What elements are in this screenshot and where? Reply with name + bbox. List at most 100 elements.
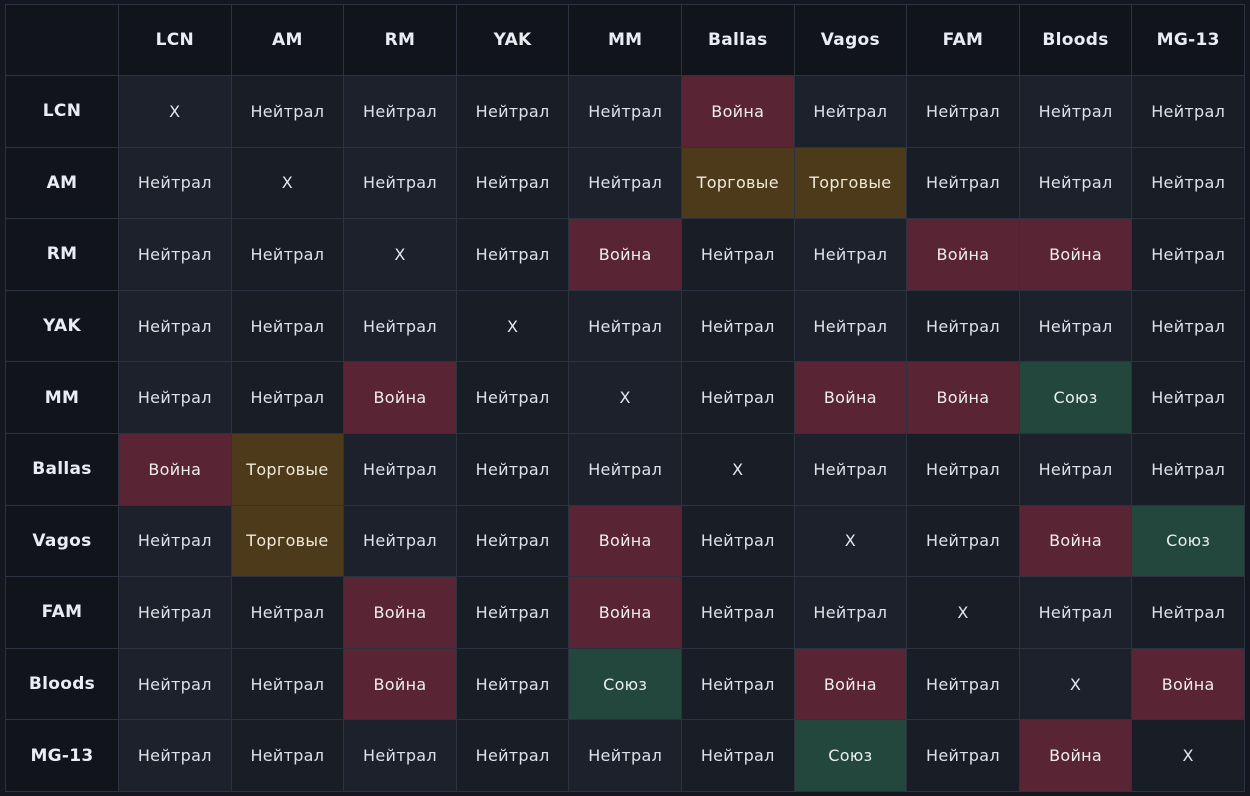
column-header: RM xyxy=(343,4,457,76)
relation-cell: Нейтрал xyxy=(680,504,795,578)
relation-cell: Война xyxy=(343,361,457,434)
row-header: Bloods xyxy=(5,647,119,721)
relation-cell: Война xyxy=(568,218,682,291)
relation-cell: Нейтрал xyxy=(1131,432,1245,506)
row-header: LCN xyxy=(5,75,119,148)
row-header: MG-13 xyxy=(5,719,119,792)
relation-cell: Нейтрал xyxy=(568,146,682,220)
table-row: LCN X Нейтрал Нейтрал Нейтрал Нейтрал Война Ней… xyxy=(5,75,1245,148)
relation-cell: Нейтрал xyxy=(1131,289,1245,363)
relation-cell: Нейтрал xyxy=(230,719,345,792)
relation-cell: Нейтрал xyxy=(568,432,682,506)
relation-cell: Нейтрал xyxy=(680,289,795,363)
row-header: FAM xyxy=(5,576,119,649)
row-header: YAK xyxy=(5,289,119,363)
relation-cell: Нейтрал xyxy=(343,504,457,578)
table-row: Bloods Нейтрал Нейтрал Война Нейтрал Союз Нейт… xyxy=(5,647,1245,721)
relation-cell: Нейтрал xyxy=(118,719,232,792)
relation-cell: Нейтрал xyxy=(1131,218,1245,291)
column-header: Bloods xyxy=(1018,4,1133,76)
row-header: AM xyxy=(5,146,119,220)
relation-cell: X xyxy=(1018,647,1133,721)
relation-cell: Нейтрал xyxy=(906,504,1020,578)
relation-cell: Нейтрал xyxy=(455,647,570,721)
table-row: RM Нейтрал Нейтрал X Нейтрал Война Нейтрал Нейт… xyxy=(5,218,1245,291)
relation-cell: Нейтрал xyxy=(1018,289,1133,363)
table-row: Ballas Война Торговые Нейтрал Нейтрал Нейтрал… xyxy=(5,432,1245,506)
relation-cell: X xyxy=(906,576,1020,649)
relation-cell: Нейтрал xyxy=(343,289,457,363)
relation-cell: Нейтрал xyxy=(680,218,795,291)
relation-cell: Нейтрал xyxy=(118,504,232,578)
relation-cell: Союз xyxy=(793,719,908,792)
relation-cell: Война xyxy=(680,75,795,148)
relation-cell: Нейтрал xyxy=(230,289,345,363)
relation-cell: Союз xyxy=(1018,361,1133,434)
relation-cell: Нейтрал xyxy=(793,432,908,506)
relation-cell: Война xyxy=(568,576,682,649)
relation-cell: Война xyxy=(1131,647,1245,721)
matrix-body: LCN X Нейтрал Нейтрал Нейтрал Нейтрал Война Ней… xyxy=(5,75,1245,792)
relations-table: LCN AM RM YAK MM Ballas Vagos FAM Bloods MG-13 LC… xyxy=(5,4,1245,792)
column-header: FAM xyxy=(906,4,1020,76)
relation-cell: Нейтрал xyxy=(230,218,345,291)
relation-cell: Нейтрал xyxy=(906,719,1020,792)
relation-cell: Нейтрал xyxy=(793,75,908,148)
relation-cell: Нейтрал xyxy=(568,75,682,148)
relation-cell: Нейтрал xyxy=(906,75,1020,148)
relation-cell: Нейтрал xyxy=(455,75,570,148)
relation-cell: Нейтрал xyxy=(793,218,908,291)
table-row: YAK Нейтрал Нейтрал Нейтрал X Нейтрал Нейтрал Н… xyxy=(5,289,1245,363)
relation-cell: Нейтрал xyxy=(118,146,232,220)
row-header: Ballas xyxy=(5,432,119,506)
column-header: Vagos xyxy=(793,4,908,76)
relation-cell: Нейтрал xyxy=(906,289,1020,363)
table-row: AM Нейтрал X Нейтрал Нейтрал Нейтрал Торговые Т… xyxy=(5,146,1245,220)
relation-cell: Нейтрал xyxy=(793,289,908,363)
relation-cell: Нейтрал xyxy=(118,361,232,434)
relation-cell: Нейтрал xyxy=(230,75,345,148)
relation-cell: X xyxy=(793,504,908,578)
corner-cell xyxy=(5,4,119,76)
relation-cell: Союз xyxy=(1131,504,1245,578)
table-row: MM Нейтрал Нейтрал Война Нейтрал X Нейтрал Войн… xyxy=(5,361,1245,434)
relation-cell: Война xyxy=(906,361,1020,434)
relation-cell: Война xyxy=(1018,218,1133,291)
relation-cell: Нейтрал xyxy=(455,146,570,220)
relation-cell: Война xyxy=(1018,504,1133,578)
relation-cell: Нейтрал xyxy=(118,576,232,649)
relation-cell: Нейтрал xyxy=(455,361,570,434)
row-header: RM xyxy=(5,218,119,291)
relation-cell: Союз xyxy=(568,647,682,721)
relation-cell: X xyxy=(1131,719,1245,792)
relation-cell: Нейтрал xyxy=(455,719,570,792)
relation-cell: Нейтрал xyxy=(1018,146,1133,220)
relation-cell: X xyxy=(680,432,795,506)
relation-cell: Нейтрал xyxy=(1131,361,1245,434)
relation-cell: Нейтрал xyxy=(118,289,232,363)
relation-cell: Война xyxy=(793,361,908,434)
relation-cell: Нейтрал xyxy=(680,576,795,649)
row-header: MM xyxy=(5,361,119,434)
relation-cell: Нейтрал xyxy=(343,719,457,792)
relation-cell: Нейтрал xyxy=(455,504,570,578)
relation-cell: Нейтрал xyxy=(118,218,232,291)
column-header: MG-13 xyxy=(1131,4,1245,76)
relation-cell: Нейтрал xyxy=(906,647,1020,721)
relation-cell: Торговые xyxy=(230,432,345,506)
column-header: AM xyxy=(230,4,345,76)
relation-cell: Война xyxy=(793,647,908,721)
relation-cell: X xyxy=(568,361,682,434)
relation-cell: Нейтрал xyxy=(455,576,570,649)
relation-cell: Нейтрал xyxy=(906,146,1020,220)
relation-cell: Нейтрал xyxy=(455,432,570,506)
relation-cell: Нейтрал xyxy=(1131,146,1245,220)
relation-cell: Война xyxy=(343,647,457,721)
relations-matrix: LCN AM RM YAK MM Ballas Vagos FAM Bloods MG-13 LC… xyxy=(5,4,1245,792)
relation-cell: Торговые xyxy=(230,504,345,578)
column-header: LCN xyxy=(118,4,232,76)
relation-cell: X xyxy=(343,218,457,291)
relation-cell: Нейтрал xyxy=(568,289,682,363)
relation-cell: Нейтрал xyxy=(1018,75,1133,148)
relation-cell: Война xyxy=(1018,719,1133,792)
